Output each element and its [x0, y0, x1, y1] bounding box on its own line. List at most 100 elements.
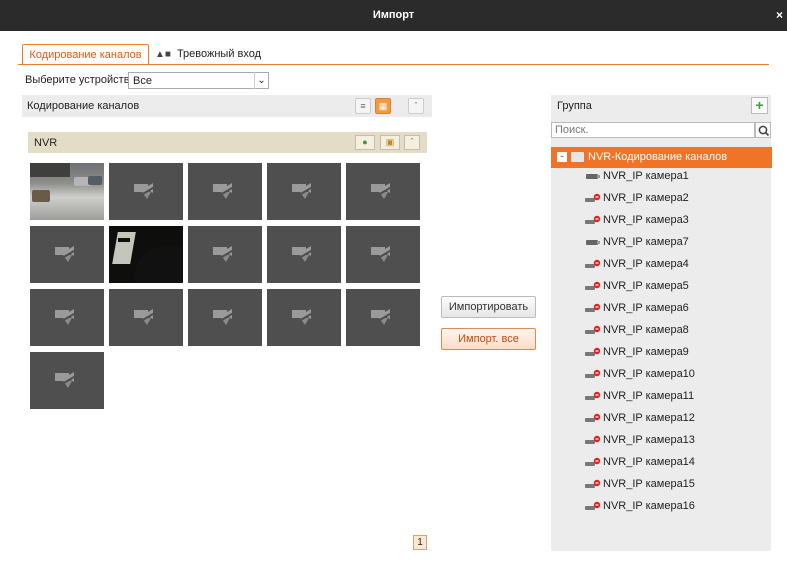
channel-thumbnail[interactable]: [30, 226, 104, 283]
channel-thumbnail[interactable]: [188, 163, 262, 220]
add-channels-icon[interactable]: ●: [355, 135, 375, 150]
group-panel-title: Группа: [557, 100, 592, 112]
camera-tree-item-label: NVR_IP камера12: [603, 412, 695, 424]
window-title: Импорт: [372, 9, 415, 21]
ip-camera-icon: [585, 171, 601, 181]
thumbnail-scene: [32, 190, 50, 202]
alarm-input-icon: ▲■: [155, 49, 171, 60]
device-group-name: NVR: [34, 137, 58, 149]
device-select[interactable]: Все ⌄: [128, 72, 269, 89]
folder-icon: [571, 152, 584, 162]
collapse-group-icon[interactable]: ˆ: [404, 135, 420, 150]
close-icon[interactable]: ×: [776, 8, 783, 22]
import-button[interactable]: Импортировать: [441, 296, 536, 318]
collapse-icon[interactable]: ˆ: [408, 98, 424, 114]
ip-camera-offline-icon: [585, 391, 601, 401]
chevron-down-icon[interactable]: ⌄: [254, 72, 268, 89]
channel-thumbnail-live[interactable]: [109, 226, 183, 283]
thumbnail-scene: [112, 232, 136, 264]
channel-thumbnail[interactable]: [267, 289, 341, 346]
ip-camera-offline-icon: [585, 479, 601, 489]
thumbnail-scene: [30, 163, 70, 177]
tab-alarm-input-label: Тревожный вход: [176, 48, 262, 60]
channel-thumbnail[interactable]: [346, 289, 420, 346]
channel-thumbnail[interactable]: [346, 163, 420, 220]
import-all-button[interactable]: Импорт. все: [441, 328, 536, 350]
channel-thumbnail[interactable]: [30, 289, 104, 346]
camera-offline-icon: [292, 309, 317, 325]
camera-tree-item-label: NVR_IP камера14: [603, 456, 695, 468]
ip-camera-offline-icon: [585, 413, 601, 423]
channels-panel-title: Кодирование каналов: [27, 100, 140, 112]
tab-alarm-input[interactable]: ▲■ Тревожный вход: [155, 44, 261, 65]
group-panel-header: Группа +: [551, 95, 771, 117]
ip-camera-offline-icon: [585, 369, 601, 379]
ip-camera-offline-icon: [585, 303, 601, 313]
device-select-value: Все: [133, 75, 152, 87]
ip-camera-offline-icon: [585, 259, 601, 269]
channel-thumbnail[interactable]: [109, 289, 183, 346]
ip-camera-offline-icon: [585, 501, 601, 511]
camera-tree-item-label: NVR_IP камера15: [603, 478, 695, 490]
channel-thumbnail[interactable]: [30, 352, 104, 409]
camera-tree-item-label: NVR_IP камера7: [603, 236, 689, 248]
camera-tree-item-label: NVR_IP камера3: [603, 214, 689, 226]
channel-thumbnail-live[interactable]: [30, 163, 104, 220]
channel-thumbnail[interactable]: [109, 163, 183, 220]
camera-offline-icon: [55, 309, 80, 325]
search-icon[interactable]: [755, 122, 771, 138]
camera-offline-icon: [371, 183, 396, 199]
camera-offline-icon: [371, 309, 396, 325]
ip-camera-offline-icon: [585, 215, 601, 225]
ip-camera-icon: [585, 237, 601, 247]
device-select-label: Выберите устройство: [25, 74, 136, 86]
thumbnail-scene: [88, 176, 102, 185]
camera-offline-icon: [213, 246, 238, 262]
window-titlebar: Импорт ×: [0, 0, 787, 31]
channel-thumbnail[interactable]: [267, 226, 341, 283]
thumbnail-scene: [118, 238, 130, 242]
search-input[interactable]: [551, 122, 755, 138]
ip-camera-offline-icon: [585, 193, 601, 203]
camera-offline-icon: [292, 183, 317, 199]
add-group-icon[interactable]: +: [751, 97, 768, 114]
channel-thumbnail[interactable]: [346, 226, 420, 283]
camera-tree-item-label: NVR_IP камера13: [603, 434, 695, 446]
grid-view-icon[interactable]: ▦: [375, 98, 391, 114]
tree-root-label: NVR-Кодирование каналов: [588, 151, 728, 163]
camera-tree-item-label: NVR_IP камера9: [603, 346, 689, 358]
camera-offline-icon: [292, 246, 317, 262]
list-view-icon[interactable]: ≡: [355, 98, 371, 114]
channel-thumbnail[interactable]: [267, 163, 341, 220]
camera-tree-item-label: NVR_IP камера11: [603, 390, 695, 402]
camera-tree-item-label: NVR_IP камера5: [603, 280, 689, 292]
page-button[interactable]: 1: [413, 535, 427, 550]
device-group-bar: NVR ● ▣ ˆ: [28, 132, 427, 153]
ip-camera-offline-icon: [585, 435, 601, 445]
collapse-minus-icon[interactable]: -: [557, 152, 567, 162]
channels-panel-header: Кодирование каналов ≡ ▦ ˆ: [22, 95, 432, 117]
ip-camera-offline-icon: [585, 325, 601, 335]
camera-tree-item-label: NVR_IP камера2: [603, 192, 689, 204]
ip-camera-offline-icon: [585, 347, 601, 357]
camera-offline-icon: [134, 183, 159, 199]
camera-offline-icon: [55, 372, 80, 388]
folder-icon[interactable]: ▣: [380, 135, 400, 150]
camera-offline-icon: [371, 246, 396, 262]
channel-thumbnail[interactable]: [188, 226, 262, 283]
camera-offline-icon: [213, 183, 238, 199]
camera-tree-item-label: NVR_IP камера10: [603, 368, 695, 380]
tree-root-node[interactable]: - NVR-Кодирование каналов: [551, 147, 772, 168]
ip-camera-offline-icon: [585, 457, 601, 467]
tab-channel-encoding[interactable]: Кодирование каналов: [22, 44, 149, 65]
camera-tree-item-label: NVR_IP камера1: [603, 170, 689, 182]
ip-camera-offline-icon: [585, 281, 601, 291]
camera-tree-item-label: NVR_IP камера6: [603, 302, 689, 314]
channel-thumbnail[interactable]: [188, 289, 262, 346]
tab-divider: [18, 64, 769, 65]
camera-tree-item-label: NVR_IP камера8: [603, 324, 689, 336]
camera-tree-item-label: NVR_IP камера16: [603, 500, 695, 512]
camera-offline-icon: [213, 309, 238, 325]
thumbnail-scene: [135, 246, 183, 283]
camera-offline-icon: [134, 309, 159, 325]
